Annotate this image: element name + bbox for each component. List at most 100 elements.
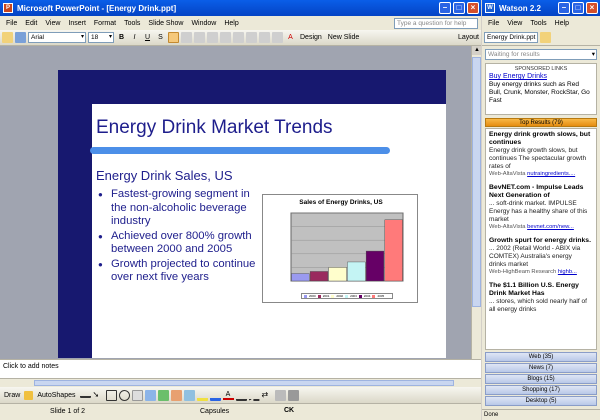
top-results-header[interactable]: Top Results (79) (485, 118, 597, 127)
watson-menu-view[interactable]: View (503, 20, 526, 27)
scroll-up-icon[interactable]: ▲ (472, 46, 482, 55)
3d-style-icon[interactable] (287, 389, 299, 401)
legend-swatch (372, 294, 376, 298)
ppt-titlebar: P Microsoft PowerPoint - [Energy Drink.p… (0, 0, 481, 16)
fill-color-icon[interactable] (196, 390, 208, 401)
line-icon[interactable] (79, 392, 91, 398)
list-item[interactable]: Growth spurt for energy drinks. ... 2002… (489, 237, 591, 276)
wordart-icon[interactable] (144, 389, 156, 401)
sales-chart[interactable]: Sales of Energy Drinks, US 2000 2001 2002 2… (262, 194, 418, 303)
menu-insert[interactable]: Insert (64, 20, 90, 27)
autoshapes-button[interactable]: AutoShapes (35, 392, 77, 399)
chart-bar-2001 (309, 271, 329, 282)
menu-tools[interactable]: Tools (120, 20, 144, 27)
result-link[interactable]: highb... (558, 269, 577, 275)
menu-window[interactable]: Window (187, 20, 220, 27)
diagram-icon[interactable] (157, 389, 169, 401)
menu-file[interactable]: File (2, 20, 21, 27)
font-color-draw-icon[interactable]: A (222, 391, 234, 400)
legend-label: 2003 (350, 294, 357, 298)
slide-canvas[interactable]: Energy Drink Market Trends Energy Drink … (58, 70, 446, 358)
watson-menu-tools[interactable]: Tools (526, 20, 550, 27)
result-link[interactable]: bevnet.com/new... (527, 224, 574, 230)
top-results-count: (79) (552, 120, 563, 126)
result-title[interactable]: Energy drink growth slows, but continues (489, 131, 591, 147)
align-left-icon[interactable] (168, 32, 179, 43)
underline-button[interactable]: U (142, 34, 153, 41)
bullets-icon[interactable] (220, 32, 231, 43)
font-color-button[interactable]: A (285, 34, 296, 41)
picture-icon[interactable] (183, 389, 195, 401)
menu-format[interactable]: Format (90, 20, 120, 27)
vertical-scrollbar[interactable]: ▲ (471, 46, 482, 359)
menu-help[interactable]: Help (220, 20, 242, 27)
results-status-select[interactable]: Waiting for results (485, 49, 597, 60)
font-size-select[interactable]: 18 (88, 32, 114, 43)
font-name-select[interactable]: Arial (28, 32, 86, 43)
watson-document-select[interactable]: Energy Drink.ppt (484, 32, 539, 43)
arrow-style-icon[interactable]: ⇄ (262, 390, 273, 401)
scroll-thumb[interactable] (472, 57, 481, 307)
category-blogs[interactable]: Blogs (15) (485, 374, 597, 384)
hscroll-thumb[interactable] (34, 380, 454, 386)
design-button[interactable]: Design (298, 34, 324, 41)
watson-close-button[interactable]: × (586, 2, 598, 14)
clipart-icon[interactable] (170, 389, 182, 401)
ask-question-input[interactable]: Type a question for help (394, 17, 478, 29)
numbering-icon[interactable] (207, 32, 218, 43)
ppt-menubar: File Edit View Insert Format Tools Slide… (0, 16, 481, 30)
watson-maximize-button[interactable]: □ (572, 2, 584, 14)
align-right-icon[interactable] (194, 32, 205, 43)
horizontal-scrollbar[interactable] (0, 378, 481, 387)
italic-button[interactable]: I (129, 34, 140, 41)
pin-icon[interactable] (540, 32, 552, 43)
slide-title[interactable]: Energy Drink Market Trends (96, 117, 333, 139)
list-item[interactable]: The $1.1 Billion U.S. Energy Drink Marke… (489, 282, 591, 314)
align-center-icon[interactable] (181, 32, 192, 43)
category-news[interactable]: News (7) (485, 363, 597, 373)
result-title[interactable]: Growth spurt for energy drinks. (489, 237, 591, 245)
bold-button[interactable]: B (116, 34, 127, 41)
list-item[interactable]: BevNET.com - Impulse Leads Next Generati… (489, 184, 591, 231)
layout-button[interactable]: Layout (456, 34, 481, 41)
dash-style-icon[interactable] (248, 390, 260, 401)
category-desktop[interactable]: Desktop (5) (485, 396, 597, 406)
menu-edit[interactable]: Edit (21, 20, 41, 27)
category-shopping[interactable]: Shopping (17) (485, 385, 597, 395)
category-web[interactable]: Web (35) (485, 352, 597, 362)
rectangle-icon[interactable] (105, 389, 117, 401)
select-objects-icon[interactable] (24, 390, 34, 400)
slide-bullet: Achieved over 800% growth between 2000 a… (98, 230, 268, 257)
minimize-button[interactable]: – (439, 2, 451, 14)
watson-menu-help[interactable]: Help (551, 20, 573, 27)
new-slide-button[interactable]: New Slide (326, 34, 362, 41)
save-icon[interactable] (15, 32, 26, 43)
slide-bullet-list[interactable]: Fastest-growing segment in the non-alcoh… (98, 188, 268, 286)
result-title[interactable]: The $1.1 Billion U.S. Energy Drink Marke… (489, 282, 591, 298)
shadow-style-icon[interactable] (274, 389, 286, 401)
textbox-icon[interactable] (131, 389, 143, 401)
list-item[interactable]: Energy drink growth slows, but continues… (489, 131, 591, 178)
draw-menu-button[interactable]: Draw (2, 392, 22, 399)
shadow-button[interactable]: S (155, 34, 166, 41)
results-list[interactable]: Energy drink growth slows, but continues… (485, 128, 597, 350)
font-grow-icon[interactable] (233, 32, 244, 43)
result-title[interactable]: BevNET.com - Impulse Leads Next Generati… (489, 184, 591, 200)
font-shrink-icon[interactable] (246, 32, 257, 43)
oval-icon[interactable] (118, 389, 130, 401)
line-color-icon[interactable] (209, 390, 221, 401)
arrow-icon[interactable]: ➘ (93, 390, 104, 401)
maximize-button[interactable]: □ (453, 2, 465, 14)
decrease-indent-icon[interactable] (259, 32, 270, 43)
close-button[interactable]: × (467, 2, 479, 14)
menu-view[interactable]: View (41, 20, 64, 27)
increase-indent-icon[interactable] (272, 32, 283, 43)
result-link[interactable]: nutraingredients.... (527, 171, 575, 177)
menu-slide-show[interactable]: Slide Show (144, 20, 187, 27)
open-icon[interactable] (2, 32, 13, 43)
slide-subtitle[interactable]: Energy Drink Sales, US (96, 168, 233, 183)
watson-minimize-button[interactable]: – (558, 2, 570, 14)
watson-menu-file[interactable]: File (484, 20, 503, 27)
line-style-icon[interactable] (235, 390, 247, 401)
sponsored-link[interactable]: Buy Energy Drinks (489, 73, 593, 80)
